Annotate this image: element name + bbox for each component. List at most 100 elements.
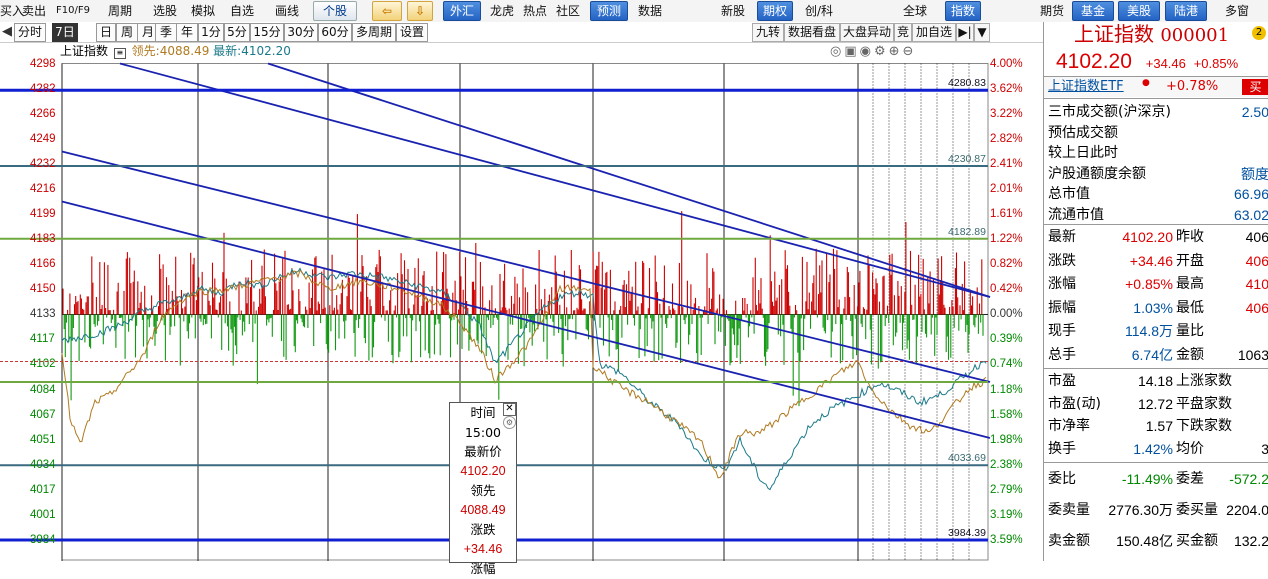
y-tick-left: 3984: [30, 534, 56, 546]
tooltip-lead-value: 4088.49: [460, 502, 506, 517]
quote-row: 市盈 14.18 上涨家数: [1048, 371, 1268, 391]
chevron-left-icon[interactable]: ◀: [2, 24, 12, 39]
toolbar-item[interactable]: 买入: [0, 3, 24, 19]
close-icon[interactable]: ✕: [503, 403, 516, 416]
chart-option-tab[interactable]: 数据看盘: [784, 23, 840, 42]
period-tab[interactable]: 年: [176, 23, 198, 42]
quote-value: -11.49%: [1121, 471, 1173, 487]
period-tab[interactable]: 周: [116, 23, 138, 42]
quote-label: 均价: [1176, 440, 1204, 457]
period-tab[interactable]: 分时: [14, 23, 46, 42]
turnover-row: 预估成交额: [1048, 123, 1268, 143]
period-tab[interactable]: 季: [155, 23, 177, 42]
toolbar-item[interactable]: 选股: [153, 3, 177, 19]
toolbar-item[interactable]: 卖出: [22, 3, 46, 19]
y-tick-right: 1.18%: [990, 383, 1023, 396]
period-tab[interactable]: 1分: [198, 23, 224, 42]
quote-label: 最新: [1048, 229, 1076, 245]
toolbar-item[interactable]: 数据: [638, 3, 662, 19]
y-tick-left: 4133: [30, 308, 56, 321]
toolbar-button[interactable]: 外汇: [443, 1, 481, 21]
y-tick-right: 2.38%: [990, 458, 1023, 471]
toolbar-item[interactable]: 自选: [230, 3, 254, 19]
y-tick-left: 4017: [30, 483, 56, 496]
quote-label: 涨幅: [1048, 276, 1076, 292]
period-tab[interactable]: 60分: [318, 23, 352, 42]
toolbar-item[interactable]: 画线: [275, 3, 299, 19]
index-name: 上证指数: [1074, 22, 1154, 46]
chart-option-tab[interactable]: ▼: [974, 23, 990, 42]
period-tab[interactable]: 日: [96, 23, 116, 42]
zoom-in-icon[interactable]: ⊕: [889, 44, 903, 59]
turnover-value: 额度: [1241, 165, 1268, 182]
quote-label: 昨收: [1176, 229, 1204, 245]
quote-label: 委比: [1048, 471, 1076, 487]
toolbar-button[interactable]: ⇩: [407, 1, 433, 21]
toolbar-button[interactable]: 个股: [313, 1, 357, 21]
quote-value: 6.74亿: [1131, 346, 1173, 363]
toolbar-item[interactable]: F10/F9: [56, 3, 90, 19]
toolbar-item[interactable]: 社区: [556, 3, 580, 19]
toolbar-item[interactable]: 期货: [1040, 3, 1064, 19]
toolbar-button[interactable]: 预测: [590, 1, 628, 21]
zoom-out-icon[interactable]: ⊖: [903, 44, 917, 59]
quote-value: 1063: [1237, 346, 1268, 363]
badge-icon[interactable]: 2: [1252, 26, 1266, 40]
toolbar-item[interactable]: 热点: [523, 3, 547, 19]
y-tick-right: 0.82%: [990, 258, 1023, 271]
target-icon[interactable]: ◎: [830, 44, 844, 59]
y-tick-right: 0.74%: [990, 358, 1023, 371]
reference-line-label: 3984.39: [948, 527, 986, 539]
period-tab[interactable]: 设置: [396, 23, 428, 42]
etf-row[interactable]: 上证指数ETF ● +0.78% 买: [1044, 77, 1268, 97]
eye-icon[interactable]: ◉: [860, 44, 874, 59]
toolbar-button[interactable]: 基金: [1072, 1, 1114, 21]
chart-option-tab[interactable]: ▶|: [956, 23, 974, 42]
toolbar-item[interactable]: 周期: [108, 3, 132, 19]
toolbar-button[interactable]: ⇦: [372, 1, 402, 21]
y-tick-left: 4034: [30, 458, 56, 471]
index-code: 000001: [1160, 25, 1230, 46]
etf-name[interactable]: 上证指数ETF: [1048, 77, 1124, 97]
period-tab[interactable]: 7日: [52, 23, 78, 42]
chart-option-tab[interactable]: 加自选: [912, 23, 956, 42]
tooltip-lead-label: 领先: [470, 483, 496, 498]
chart-tool-icons[interactable]: ◎▣◉⚙⊕⊖: [830, 43, 916, 60]
chart-canvas[interactable]: 4280.83 4230.87 4182.89 4033.69 3984.39: [0, 42, 1043, 561]
period-tab[interactable]: 5分: [224, 23, 250, 42]
etf-buy-button[interactable]: 买: [1242, 79, 1268, 95]
toolbar-button[interactable]: 陆港: [1165, 1, 1207, 21]
y-tick-right: 1.58%: [990, 408, 1023, 421]
quote-value: 114.8万: [1125, 323, 1173, 339]
chart-option-tab[interactable]: 大盘异动: [840, 23, 894, 42]
toolbar-button[interactable]: 美股: [1118, 1, 1160, 21]
quote-value: 2776.30万: [1108, 502, 1173, 518]
chart-option-tab[interactable]: 竞: [894, 23, 912, 42]
period-tab[interactable]: 多周期: [352, 23, 396, 42]
toolbar-item[interactable]: 模拟: [191, 3, 215, 19]
gear-icon[interactable]: ⚙: [503, 416, 516, 429]
quote-label: 下跌家数: [1176, 418, 1232, 434]
quote-label: 市净率: [1048, 418, 1090, 434]
period-tab[interactable]: 15分: [250, 23, 284, 42]
y-tick-left: 4001: [30, 508, 56, 521]
toolbar-item[interactable]: 创/科: [805, 3, 833, 19]
latest-label: 最新:: [213, 44, 242, 58]
toolbar-item[interactable]: 新股: [721, 3, 745, 19]
toolbar-item[interactable]: 全球: [903, 3, 927, 19]
fullscreen-icon[interactable]: ▣: [844, 44, 859, 59]
tools-icon[interactable]: ⚙: [874, 44, 889, 59]
quote-row: 振幅 1.03% 最低 406: [1048, 298, 1268, 318]
period-tab[interactable]: 30分: [284, 23, 318, 42]
settings-icon[interactable]: ≡: [113, 48, 126, 59]
latest-value: 4102.20: [241, 44, 291, 58]
toolbar-item[interactable]: 多窗: [1225, 3, 1249, 19]
toolbar-button[interactable]: 指数: [945, 1, 981, 21]
toolbar-button[interactable]: 期权: [757, 1, 793, 21]
y-tick-left: 4282: [30, 82, 56, 95]
turnover-row: 沪股通额度余额 额度: [1048, 164, 1268, 184]
toolbar-item[interactable]: 龙虎: [490, 3, 514, 19]
chart-option-tab[interactable]: 九转: [752, 23, 784, 42]
y-tick-right: 3.19%: [990, 508, 1023, 521]
lead-value: 4088.49: [159, 44, 210, 58]
